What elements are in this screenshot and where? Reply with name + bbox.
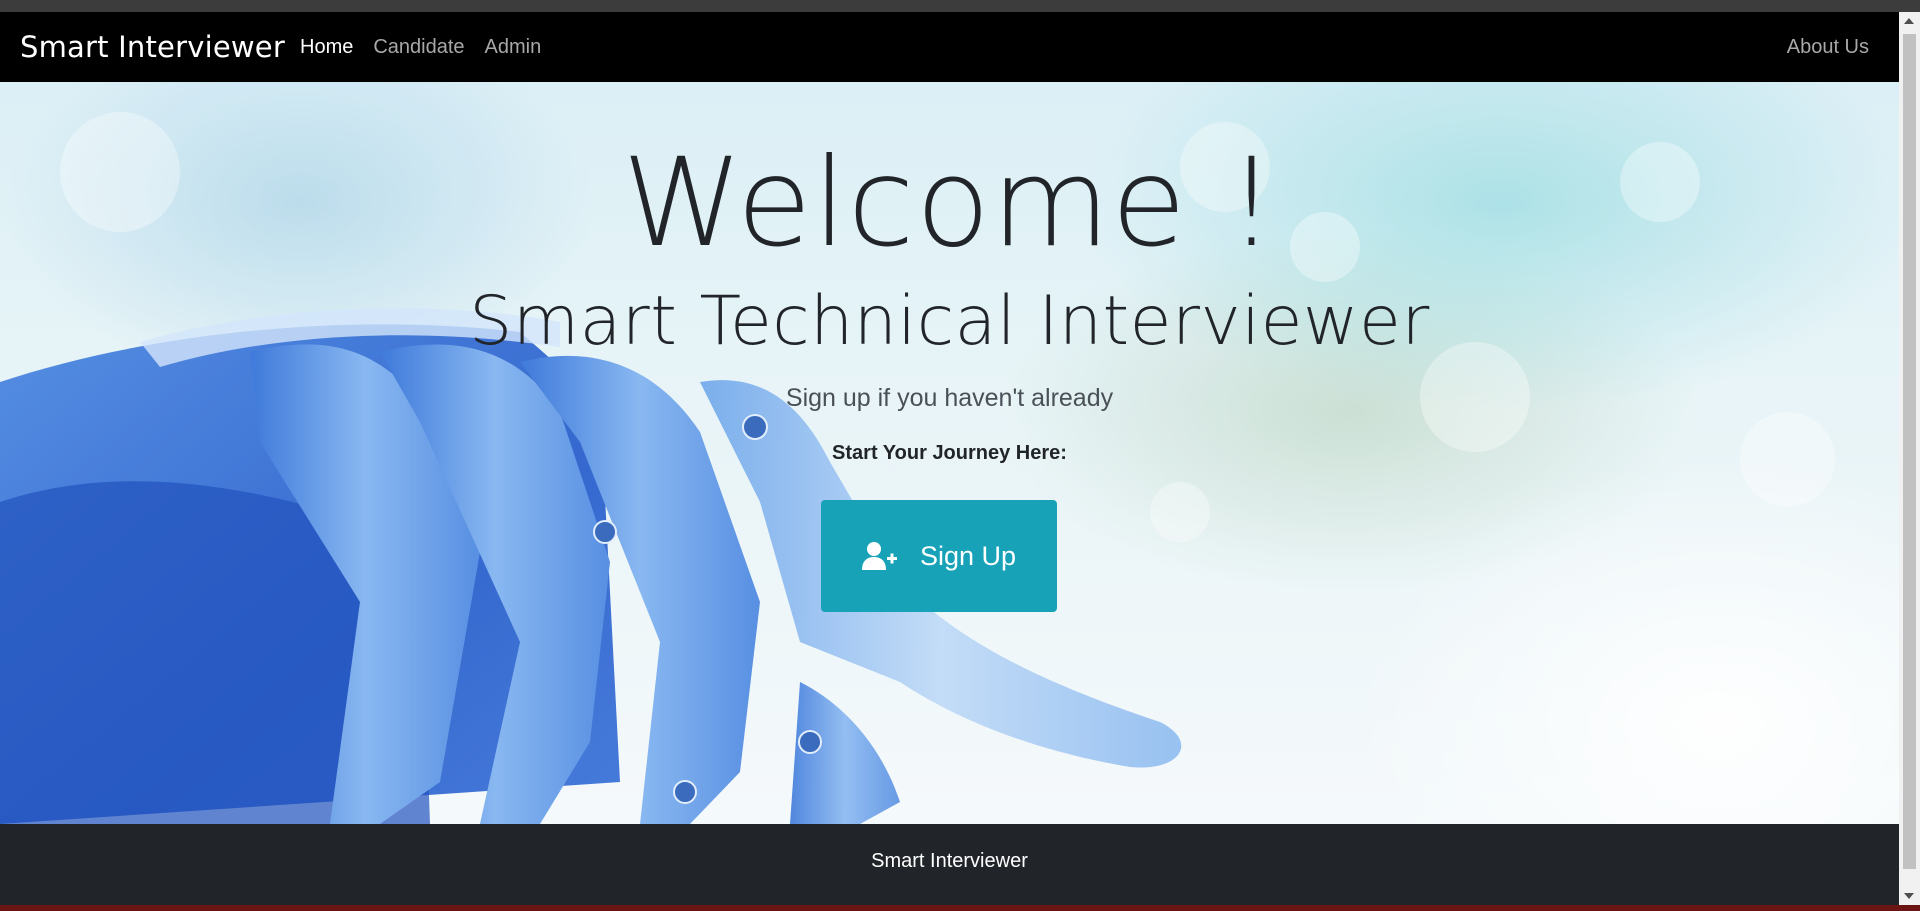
page-viewport: Smart Interviewer Home Candidate Admin A… — [0, 12, 1899, 905]
nav-link-candidate[interactable]: Candidate — [373, 36, 464, 59]
scroll-up-arrow-icon[interactable] — [1904, 18, 1914, 24]
sign-up-label: Sign Up — [919, 540, 1017, 571]
sign-up-button[interactable]: Sign Up — [821, 500, 1057, 612]
hero-section: Welcome ! Smart Technical Interviewer Si… — [0, 82, 1899, 824]
brand-logo[interactable]: Smart Interviewer — [20, 30, 285, 64]
welcome-heading: Welcome ! — [622, 132, 1277, 274]
hero-subtitle: Smart Technical Interviewer — [469, 282, 1430, 361]
user-plus-icon — [861, 541, 898, 571]
footer-text: Smart Interviewer — [871, 850, 1028, 872]
browser-top-strip — [0, 0, 1920, 12]
nav-link-home[interactable]: Home — [300, 36, 353, 59]
scroll-thumb[interactable] — [1903, 34, 1916, 869]
taskbar-strip — [0, 905, 1920, 911]
signup-prompt: Sign up if you haven't already — [785, 384, 1114, 412]
nav-links: Home Candidate Admin — [300, 36, 541, 59]
navbar: Smart Interviewer Home Candidate Admin A… — [0, 12, 1899, 82]
journey-label: Start Your Journey Here: — [832, 442, 1067, 464]
vertical-scrollbar[interactable] — [1899, 12, 1920, 905]
footer: Smart Interviewer — [0, 824, 1899, 905]
hero-content: Welcome ! Smart Technical Interviewer Si… — [0, 82, 1899, 824]
scroll-down-arrow-icon[interactable] — [1904, 893, 1914, 899]
nav-link-admin[interactable]: Admin — [485, 36, 542, 59]
nav-link-about-us[interactable]: About Us — [1787, 36, 1869, 59]
